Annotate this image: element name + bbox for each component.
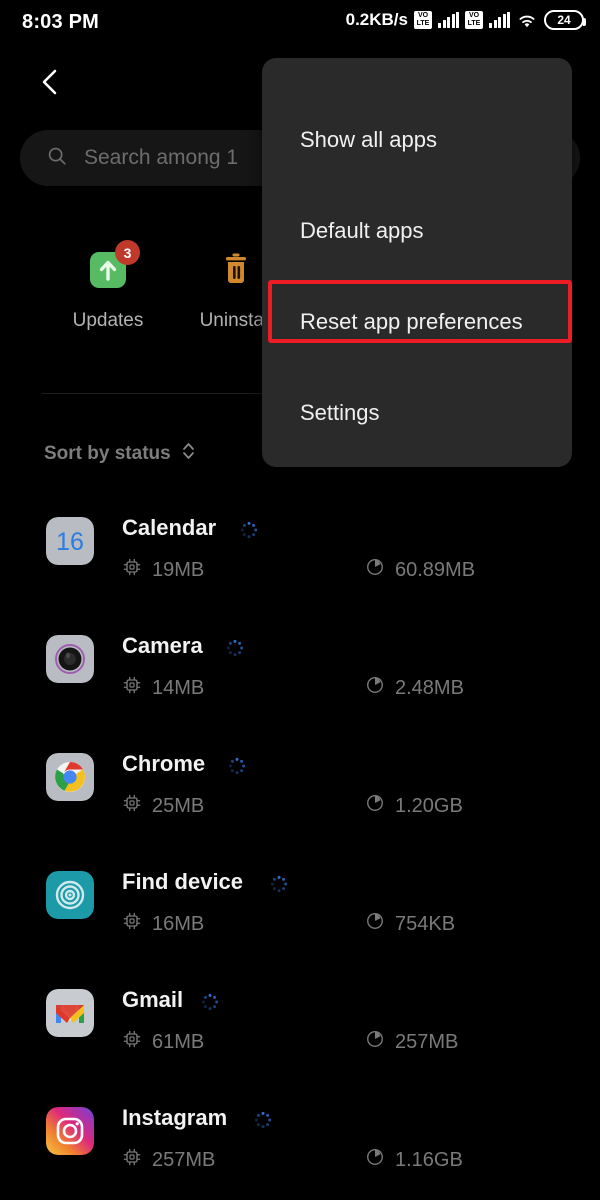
signal-bars-icon-sim1 xyxy=(438,12,459,28)
quick-action-updates-label: Updates xyxy=(72,310,144,331)
updates-badge: 3 xyxy=(115,240,140,265)
pie-chart-icon xyxy=(365,1147,385,1173)
status-bar-icons: 0.2KB/s VO LTE VO LTE 24 xyxy=(345,10,586,30)
app-storage: 60.89MB xyxy=(365,557,475,583)
cpu-chip-icon xyxy=(122,1029,142,1055)
app-list-item-chrome[interactable]: Chrome 25MB 1.20GB xyxy=(0,748,600,866)
app-storage: 2.48MB xyxy=(365,675,464,701)
loading-spinner-icon xyxy=(254,1111,272,1129)
battery-level-label: 24 xyxy=(557,13,571,27)
loading-spinner-icon xyxy=(201,993,219,1011)
app-name: Chrome xyxy=(122,751,206,776)
app-name: Find device xyxy=(122,869,244,894)
volte-bottom-text-2: LTE xyxy=(467,20,481,27)
app-name: Camera xyxy=(122,633,203,658)
app-list-item-find-device[interactable]: Find device 16MB 754KB xyxy=(0,866,600,984)
app-storage: 257MB xyxy=(365,1029,458,1055)
volte-bottom-text: LTE xyxy=(416,20,430,27)
loading-spinner-icon xyxy=(240,521,258,539)
find-device-icon xyxy=(46,871,94,919)
app-name: Instagram xyxy=(122,1105,228,1130)
app-ram: 257MB xyxy=(122,1147,215,1173)
wifi-icon xyxy=(516,12,538,28)
app-storage-value: 257MB xyxy=(395,1030,459,1053)
pie-chart-icon xyxy=(365,1029,385,1055)
menu-item-default-apps[interactable]: Default apps xyxy=(262,185,572,276)
search-placeholder: Search among 1 xyxy=(84,146,239,169)
app-storage: 1.16GB xyxy=(365,1147,463,1173)
volte-top-text: VO xyxy=(417,12,429,19)
cpu-chip-icon xyxy=(122,675,142,701)
chrome-icon xyxy=(46,753,94,801)
upload-arrow-icon: 3 xyxy=(86,240,140,292)
app-list-item-calendar[interactable]: 16 Calendar 19MB 60.89MB xyxy=(0,512,600,630)
gmail-icon xyxy=(46,989,94,1037)
network-speed-label: 0.2KB/s xyxy=(345,10,408,29)
quick-action-updates[interactable]: 3 Updates xyxy=(44,240,172,332)
app-storage-value: 2.48MB xyxy=(395,676,464,699)
app-storage: 754KB xyxy=(365,911,455,937)
app-list-item-camera[interactable]: Camera 14MB 2.48MB xyxy=(0,630,600,748)
app-ram: 16MB xyxy=(122,911,204,937)
app-ram-value: 14MB xyxy=(152,676,205,699)
battery-icon: 24 xyxy=(544,10,586,30)
app-ram-value: 61MB xyxy=(152,1030,205,1053)
instagram-icon xyxy=(46,1107,94,1155)
app-ram-value: 257MB xyxy=(152,1148,216,1171)
signal-bars-icon-sim2 xyxy=(489,12,510,28)
volte-top-text-2: VO xyxy=(468,12,480,19)
volte-icon-sim2: VO LTE xyxy=(465,11,483,29)
sort-by-status-button[interactable]: Sort by status xyxy=(44,441,196,466)
app-ram: 19MB xyxy=(122,557,204,583)
app-storage: 1.20GB xyxy=(365,793,463,819)
cpu-chip-icon xyxy=(122,557,142,583)
svg-text:16: 16 xyxy=(56,528,84,556)
app-storage-value: 754KB xyxy=(395,912,456,935)
calendar-icon: 16 xyxy=(46,517,94,565)
status-bar-clock: 8:03 PM xyxy=(22,11,99,33)
loading-spinner-icon xyxy=(270,875,288,893)
app-name: Calendar xyxy=(122,515,217,540)
cpu-chip-icon xyxy=(122,911,142,937)
menu-item-settings[interactable]: Settings xyxy=(262,367,572,458)
app-storage-value: 1.20GB xyxy=(395,794,463,817)
cpu-chip-icon xyxy=(122,1147,142,1173)
app-list-item-gmail[interactable]: Gmail 61MB 257MB xyxy=(0,984,600,1102)
app-ram: 14MB xyxy=(122,675,204,701)
volte-icon-sim1: VO LTE xyxy=(414,11,432,29)
loading-spinner-icon xyxy=(226,639,244,657)
cpu-chip-icon xyxy=(122,793,142,819)
app-storage-value: 60.89MB xyxy=(395,558,476,581)
trash-icon xyxy=(214,248,258,292)
camera-icon xyxy=(46,635,94,683)
search-icon xyxy=(46,145,68,172)
app-ram: 25MB xyxy=(122,793,204,819)
sort-label: Sort by status xyxy=(44,442,171,464)
app-ram-value: 19MB xyxy=(152,558,205,581)
pie-chart-icon xyxy=(365,793,385,819)
app-name: Gmail xyxy=(122,987,184,1012)
app-ram: 61MB xyxy=(122,1029,204,1055)
app-storage-value: 1.16GB xyxy=(395,1148,463,1171)
overflow-menu: Show all apps Default apps Reset app pre… xyxy=(262,58,572,467)
app-list: 16 Calendar 19MB 60.89MB Camera 14MB 2.4… xyxy=(0,512,600,1200)
status-bar: 8:03 PM 0.2KB/s VO LTE VO LTE 24 xyxy=(0,0,600,46)
app-list-item-instagram[interactable]: Instagram 257MB 1.16GB xyxy=(0,1102,600,1200)
loading-spinner-icon xyxy=(228,757,246,775)
phone-screen: 8:03 PM 0.2KB/s VO LTE VO LTE 24 Search … xyxy=(0,0,600,1200)
app-ram-value: 25MB xyxy=(152,794,205,817)
sort-chevrons-icon xyxy=(181,441,196,466)
pie-chart-icon xyxy=(365,557,385,583)
pie-chart-icon xyxy=(365,911,385,937)
menu-item-reset-app-preferences[interactable]: Reset app preferences xyxy=(262,276,572,367)
app-ram-value: 16MB xyxy=(152,912,205,935)
pie-chart-icon xyxy=(365,675,385,701)
menu-item-show-all-apps[interactable]: Show all apps xyxy=(262,94,572,185)
